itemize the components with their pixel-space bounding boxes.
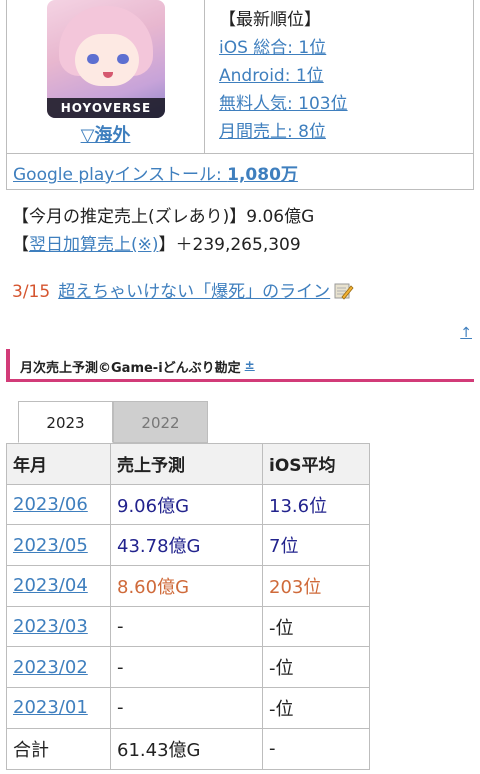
table-row: 2023/05 43.78億G 7位 (6, 524, 370, 567)
month-link[interactable]: 2023/01 (13, 697, 88, 718)
section-title: 月次売上予測©Game-iどんぶり勘定 (20, 361, 241, 376)
table-total-row: 合計 61.43億G - (6, 727, 370, 770)
table-header-row: 年月 売上予測 iOS平均 (6, 443, 370, 485)
app-icon[interactable]: HOYOVERSE (47, 0, 165, 118)
month-cell: 2023/05 (6, 524, 111, 567)
install-label: Google playインストール: (13, 165, 228, 185)
divider (204, 0, 205, 153)
install-link[interactable]: Google playインストール: 1,080万 (13, 165, 298, 185)
rank-link-android[interactable]: Android: 1位 (219, 66, 324, 86)
section-heading: 月次売上予測©Game-iどんぶり勘定 ± (6, 349, 474, 382)
prediction-table: 年月 売上予測 iOS平均 2023/06 9.06億G 13.6位 2023/… (6, 443, 370, 770)
install-value: 1,080万 (227, 165, 298, 185)
month-cell: 2023/04 (6, 565, 111, 607)
revenue-summary: 【今月の推定売上(ズレあり)】9.06億G 【翌日加算売上(※)】＋239,26… (12, 203, 314, 259)
month-link[interactable]: 2023/05 (13, 535, 88, 556)
ios-cell: -位 (262, 605, 370, 648)
app-info-box: HOYOVERSE ▽海外 【最新順位】 iOS 総合: 1位 Android:… (6, 0, 474, 190)
month-link[interactable]: 2023/03 (13, 616, 88, 637)
table-row: 2023/02 - -位 (6, 646, 370, 689)
table-row: 2023/01 - -位 (6, 687, 370, 729)
bracket-open: 【 (12, 235, 29, 255)
header-ios: iOS平均 (262, 443, 370, 485)
ios-cell: 7位 (262, 524, 370, 567)
region-link[interactable]: ▽海外 (7, 121, 204, 147)
month-link[interactable]: 2023/02 (13, 657, 88, 678)
table-row: 2023/04 8.60億G 203位 (6, 565, 370, 607)
month-link[interactable]: 2023/06 (13, 494, 88, 515)
ios-cell: 203位 (262, 565, 370, 607)
ranking-list: 【最新順位】 iOS 総合: 1位 Android: 1位 無料人気: 103位… (219, 6, 348, 146)
install-count[interactable]: Google playインストール: 1,080万 (13, 160, 298, 185)
next-day-link[interactable]: 翌日加算売上(※) (29, 235, 159, 255)
revenue-cell: - (110, 646, 263, 689)
hoyoverse-logo: HOYOVERSE (47, 98, 165, 118)
revenue-cell: 9.06億G (110, 483, 263, 526)
month-cell: 2023/06 (6, 483, 111, 526)
total-label: 合計 (6, 727, 111, 770)
table-row: 2023/06 9.06億G 13.6位 (6, 483, 370, 526)
header-revenue: 売上予測 (110, 443, 263, 485)
revenue-cell: - (110, 687, 263, 729)
ios-cell: -位 (262, 646, 370, 689)
pencil-icon (334, 283, 354, 300)
ios-cell: 13.6位 (262, 483, 370, 526)
section-toggle-link[interactable]: ± (245, 358, 255, 372)
revenue-cell: - (110, 605, 263, 648)
notice-date: 3/15 (12, 282, 51, 302)
rank-link-free[interactable]: 無料人気: 103位 (219, 94, 348, 114)
divider (7, 153, 473, 154)
tab-2023[interactable]: 2023 (18, 401, 113, 443)
rank-link-ios[interactable]: iOS 総合: 1位 (219, 38, 326, 58)
month-cell: 2023/02 (6, 646, 111, 689)
month-cell: 2023/01 (6, 687, 111, 729)
table-row: 2023/03 - -位 (6, 605, 370, 648)
notice-link[interactable]: 超えちゃいけない「爆死」のライン (58, 282, 330, 302)
ios-cell: -位 (262, 687, 370, 729)
tab-2022[interactable]: 2022 (113, 401, 208, 443)
notice-line: 3/15 超えちゃいけない「爆死」のライン (12, 277, 354, 302)
next-day-value: 】＋239,265,309 (158, 235, 301, 255)
character-eye (87, 54, 99, 64)
revenue-cell: 8.60億G (110, 565, 263, 607)
month-cell: 2023/03 (6, 605, 111, 648)
back-to-top-link[interactable]: ↑ (460, 325, 472, 341)
revenue-cell: 43.78億G (110, 524, 263, 567)
year-tabs: 2023 2022 (18, 401, 208, 443)
header-month: 年月 (6, 443, 111, 485)
month-link[interactable]: 2023/04 (13, 575, 88, 596)
character-face (75, 34, 139, 86)
ranking-title: 【最新順位】 (219, 10, 321, 30)
monthly-estimate: 【今月の推定売上(ズレあり)】9.06億G (12, 207, 315, 227)
next-day-revenue: 【翌日加算売上(※)】＋239,265,309 (12, 231, 314, 259)
rank-link-monthly[interactable]: 月間売上: 8位 (219, 122, 326, 142)
total-revenue: 61.43億G (110, 727, 263, 770)
total-ios: - (262, 727, 370, 770)
character-eye (117, 54, 129, 64)
